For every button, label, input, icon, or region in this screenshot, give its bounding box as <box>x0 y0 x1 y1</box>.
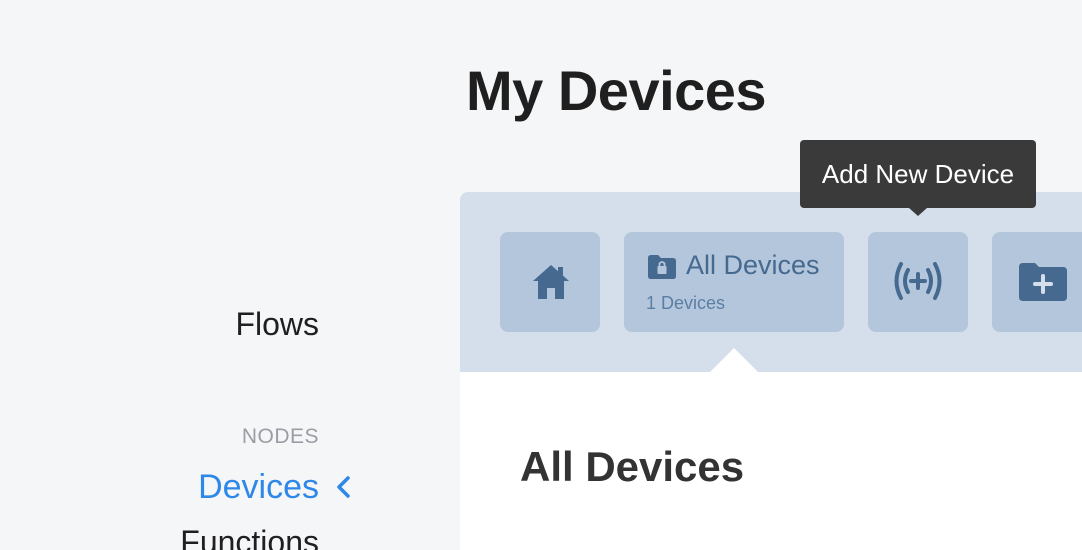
page-title: My Devices <box>466 59 767 122</box>
content-card: All Devices <box>460 372 1082 550</box>
toolbar-panel: All Devices 1 Devices <box>460 192 1082 372</box>
sidebar: Flows NODES Devices Functions <box>0 0 360 550</box>
sidebar-item-functions[interactable]: Functions <box>180 522 319 550</box>
home-icon <box>533 265 569 299</box>
add-device-tooltip: Add New Device <box>800 140 1036 208</box>
chevron-left-icon <box>337 476 350 498</box>
page: My Devices Flows NODES Devices Functions… <box>0 0 1082 550</box>
tooltip-arrow <box>909 208 927 216</box>
device-count: 1 Devices <box>646 293 726 313</box>
home-button[interactable] <box>500 232 600 332</box>
all-devices-label: All Devices <box>686 250 820 280</box>
content-title: All Devices <box>520 443 745 490</box>
add-new-device-button[interactable] <box>868 232 968 332</box>
add-folder-button[interactable] <box>992 232 1082 332</box>
broadcast-plus-icon <box>894 262 942 300</box>
selection-pointer <box>710 348 758 372</box>
sidebar-item-devices[interactable]: Devices <box>198 466 319 508</box>
sidebar-item-flows[interactable]: Flows <box>235 304 319 344</box>
locked-folder-icon <box>648 255 676 279</box>
folder-plus-icon <box>1019 263 1067 301</box>
sidebar-section-heading: NODES <box>241 425 319 448</box>
all-devices-tile[interactable]: All Devices 1 Devices <box>624 232 844 332</box>
